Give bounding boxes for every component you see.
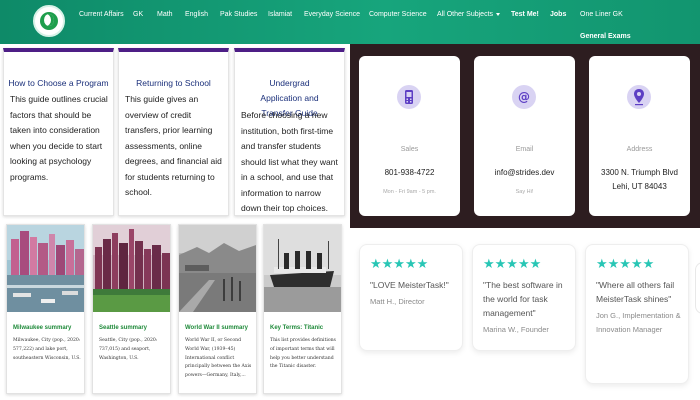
left-content-panel: How to Choose a Program This guide outli… — [0, 44, 350, 400]
contact-hours: Mon - Fri 9am - 5 pm. — [383, 189, 436, 195]
contact-section: Sales 801-938-4722 Mon - Fri 9am - 5 pm.… — [350, 44, 700, 228]
article-title[interactable]: Milwaukee summary — [13, 325, 71, 331]
nav-computer-science[interactable]: Computer Science — [369, 11, 427, 18]
testimonial-author: Marina W., Founder — [483, 325, 549, 334]
contact-label: Sales — [400, 146, 419, 153]
milwaukee-photo — [7, 225, 84, 312]
article-card[interactable]: Key Terms: Titanic This list provides de… — [263, 224, 342, 394]
testimonial-card: ★★★★★ "Where all others fail MeisterTask… — [585, 244, 689, 384]
article-summary: Milwaukee, City (pop., 2020: 577,222) an… — [13, 338, 81, 361]
map-pin-icon — [627, 85, 651, 109]
guide-description: This guide gives an overview of credit t… — [125, 94, 222, 197]
nav-pak-studies[interactable]: Pak Studies — [220, 11, 257, 18]
nav-math[interactable]: Math — [157, 11, 173, 18]
contact-card[interactable]: Address 3300 N. Triumph Blvd Lehi, UT 84… — [589, 56, 690, 216]
star-rating-icon: ★★★★★ — [596, 256, 655, 271]
guide-description: This guide outlines crucial factors that… — [10, 94, 108, 182]
article-card[interactable]: Seattle summary Seattle, City (pop., 202… — [92, 224, 171, 394]
contact-address[interactable]: 3300 N. Triumph Blvd Lehi, UT 84043 — [589, 166, 690, 194]
nav-gk[interactable]: GK — [133, 11, 143, 18]
contact-card[interactable]: @ Email info@strides.dev Say Hi! — [474, 56, 575, 216]
crescent-icon — [44, 14, 54, 26]
contact-label: Address — [626, 146, 653, 153]
site-logo[interactable] — [33, 5, 65, 37]
nav-current-affairs[interactable]: Current Affairs — [79, 11, 124, 18]
testimonial-author: Jon G., Implementation & Innovation Mana… — [596, 311, 681, 334]
phone-icon — [397, 85, 421, 109]
guide-card[interactable]: Undergrad Application and Transfer Guide… — [234, 48, 345, 216]
guide-card[interactable]: Returning to School This guide gives an … — [118, 48, 229, 216]
testimonial-card: ★★★★★ "The best software in the world fo… — [472, 244, 576, 351]
nav-test-me[interactable]: Test Me! — [511, 11, 539, 18]
testimonial-author: Matt H., Director — [370, 297, 425, 306]
contact-phone[interactable]: 801-938-4722 — [359, 166, 460, 180]
guide-card[interactable]: How to Choose a Program This guide outli… — [3, 48, 114, 216]
seattle-photo — [93, 225, 170, 312]
article-summary: This list provides definitions of import… — [270, 338, 336, 370]
article-card[interactable]: Milwaukee summary Milwaukee, City (pop.,… — [6, 224, 85, 394]
top-navigation-bar: Current Affairs GK Math English Pak Stud… — [0, 0, 700, 44]
testimonial-quote: "Where all others fail MeisterTask shine… — [596, 280, 675, 304]
contact-email[interactable]: info@strides.dev — [474, 166, 575, 180]
nav-all-other-subjects-label: All Other Subjects — [437, 11, 494, 18]
star-rating-icon: ★★★★★ — [370, 256, 429, 271]
testimonial-card: ★★★★★ "LOVE MeisterTask!" Matt H., Direc… — [359, 244, 463, 351]
star-rating-icon: ★★★★★ — [483, 256, 542, 271]
contact-card[interactable]: Sales 801-938-4722 Mon - Fri 9am - 5 pm. — [359, 56, 460, 216]
svg-text:@: @ — [518, 90, 530, 104]
article-title[interactable]: Seattle summary — [99, 325, 147, 331]
article-title[interactable]: World War II summary — [185, 325, 248, 331]
contact-note: Say Hi! — [515, 189, 534, 195]
nav-one-liner-gk[interactable]: One Liner GK — [580, 11, 623, 18]
at-sign-icon: @ — [512, 85, 536, 109]
nav-all-other-subjects[interactable]: All Other Subjects — [437, 11, 501, 18]
next-testimonial-card — [695, 262, 700, 314]
nav-everyday-science[interactable]: Everyday Science — [304, 11, 360, 18]
article-title[interactable]: Key Terms: Titanic — [270, 325, 323, 331]
guide-title[interactable]: How to Choose a Program — [4, 76, 113, 91]
chevron-down-icon — [496, 12, 501, 16]
testimonial-quote: "The best software in the world for task… — [483, 280, 563, 318]
screenshot-root: Current Affairs GK Math English Pak Stud… — [0, 0, 700, 400]
testimonial-quote: "LOVE MeisterTask!" — [370, 280, 449, 290]
contact-label: Email — [515, 146, 534, 153]
article-summary: World War II, or Second World War, (1939… — [185, 338, 252, 379]
nav-general-exams[interactable]: General Exams — [580, 33, 631, 40]
nav-english[interactable]: English — [185, 11, 208, 18]
world-war-ii-photo — [179, 225, 256, 312]
nav-jobs[interactable]: Jobs — [550, 11, 566, 18]
article-summary: Seattle, City (pop., 2020: 737,015) and … — [99, 338, 158, 361]
titanic-photo — [264, 225, 341, 312]
guide-description: Before choosing a new institution, both … — [241, 110, 338, 213]
nav-islamiat[interactable]: Islamiat — [268, 11, 292, 18]
guide-title[interactable]: Returning to School — [119, 76, 228, 91]
article-card[interactable]: World War II summary World War II, or Se… — [178, 224, 257, 394]
